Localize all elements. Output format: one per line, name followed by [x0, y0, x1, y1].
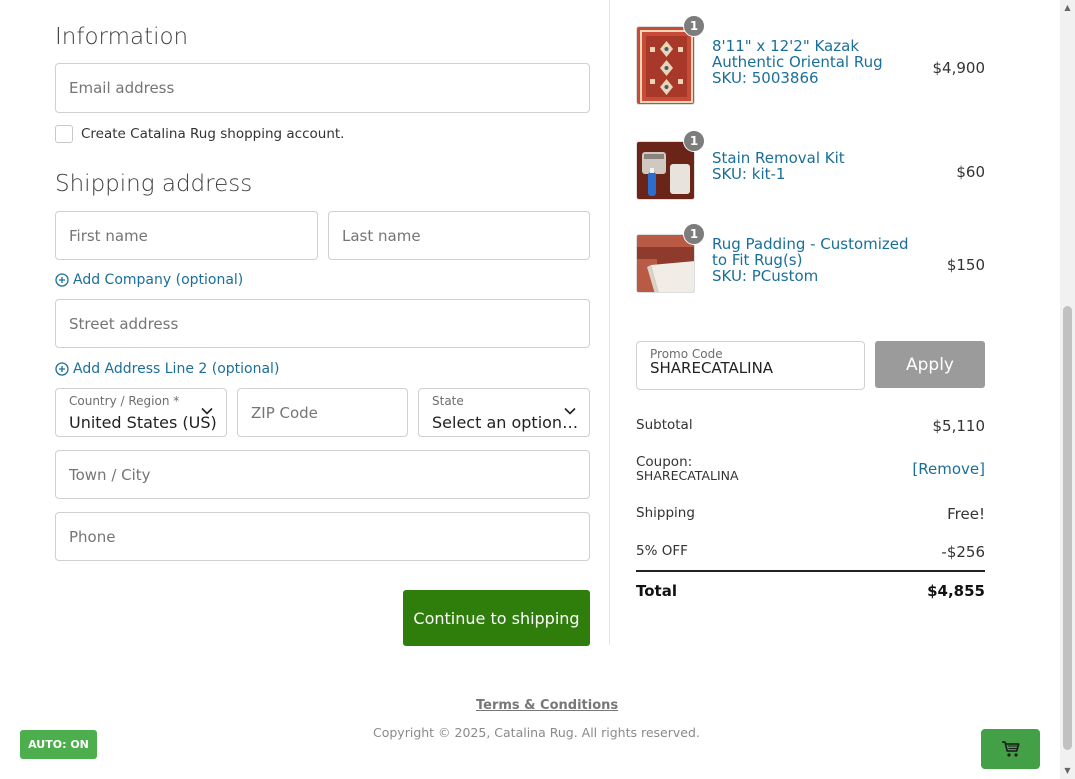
cart-item: 1 8'11" x 12'2" Kazak Authentic Oriental… — [636, 15, 986, 106]
promo-code-field[interactable]: Promo Code SHARECATALINA — [636, 341, 865, 390]
discount-row: 5% OFF -$256 — [636, 543, 985, 561]
terms-link[interactable]: Terms & Conditions — [476, 698, 618, 713]
discount-value: -$256 — [941, 543, 985, 561]
item-sku: SKU: PCustom — [712, 267, 819, 285]
zip-placeholder: ZIP Code — [251, 403, 318, 422]
state-value: Select an option… — [432, 413, 579, 432]
item-title-line2[interactable]: Authentic Oriental Rug — [712, 54, 883, 70]
shipping-label: Shipping — [636, 505, 695, 521]
item-title-line1[interactable]: Rug Padding - Customized — [712, 236, 909, 252]
column-divider — [609, 0, 610, 645]
city-placeholder: Town / City — [69, 465, 151, 484]
item-title-line1[interactable]: 8'11" x 12'2" Kazak — [712, 38, 883, 54]
apply-button[interactable]: Apply — [875, 341, 985, 388]
add-address-line2-link[interactable]: Add Address Line 2 (optional) — [55, 361, 279, 377]
create-account-row[interactable]: Create Catalina Rug shopping account. — [55, 125, 344, 143]
shipping-value: Free! — [947, 505, 985, 523]
information-title: Information — [55, 24, 189, 50]
country-label: Country / Region * — [69, 394, 180, 408]
total-row: Total $4,855 — [636, 582, 985, 600]
subtotal-label: Subtotal — [636, 417, 693, 433]
copyright-text: Copyright © 2025, Catalina Rug. All righ… — [373, 725, 700, 740]
phone-field[interactable]: Phone — [55, 512, 590, 561]
first-name-placeholder: First name — [69, 226, 148, 245]
item-title-line1[interactable]: Stain Removal Kit — [712, 150, 845, 166]
item-sku: SKU: 5003866 — [712, 69, 819, 87]
shipping-row: Shipping Free! — [636, 505, 985, 523]
add-company-link[interactable]: Add Company (optional) — [55, 272, 243, 288]
total-label: Total — [636, 582, 677, 600]
remove-coupon-link[interactable]: [Remove] — [912, 460, 985, 478]
scrollbar-thumb[interactable] — [1063, 306, 1072, 750]
item-sku: SKU: kit-1 — [712, 165, 786, 183]
phone-placeholder: Phone — [69, 527, 116, 546]
quantity-badge: 1 — [683, 15, 705, 37]
last-name-field[interactable]: Last name — [328, 211, 590, 260]
subtotal-value: $5,110 — [932, 417, 986, 435]
email-field[interactable]: Email address — [55, 63, 590, 113]
chevron-down-icon — [564, 407, 576, 415]
page-scrollbar[interactable]: ▲ ▼ — [1060, 0, 1075, 779]
cart-item: 1 Rug Padding - Customized to Fit Rug(s)… — [636, 223, 985, 293]
continue-to-shipping-button[interactable]: Continue to shipping — [403, 590, 590, 646]
first-name-field[interactable]: First name — [55, 211, 318, 260]
cart-icon — [1001, 741, 1019, 757]
scroll-up-icon[interactable]: ▲ — [1063, 3, 1072, 12]
last-name-placeholder: Last name — [342, 226, 421, 245]
cart-item: 1 Stain Removal Kit SKU: kit-1 $60 — [636, 130, 985, 200]
street-address-field[interactable]: Street address — [55, 299, 590, 348]
zip-code-field[interactable]: ZIP Code — [237, 388, 408, 437]
item-title[interactable]: Stain Removal Kit SKU: kit-1 — [712, 150, 845, 182]
country-select[interactable]: Country / Region * United States (US) — [55, 388, 227, 437]
chevron-down-icon — [201, 407, 213, 415]
rug-thumbnail-icon[interactable] — [636, 26, 695, 105]
add-address-line2-label: Add Address Line 2 (optional) — [73, 361, 280, 377]
total-divider — [636, 570, 985, 572]
quantity-badge: 1 — [683, 223, 705, 245]
state-select[interactable]: State Select an option… — [418, 388, 590, 437]
padding-thumbnail-icon[interactable] — [636, 234, 695, 293]
item-title[interactable]: Rug Padding - Customized to Fit Rug(s) S… — [712, 236, 909, 284]
create-account-label: Create Catalina Rug shopping account. — [81, 126, 345, 142]
item-title-line2[interactable]: to Fit Rug(s) — [712, 252, 909, 268]
scroll-down-icon[interactable]: ▼ — [1063, 766, 1072, 775]
shipping-title: Shipping address — [55, 171, 253, 197]
total-value: $4,855 — [927, 582, 985, 600]
plus-circle-icon — [55, 273, 69, 287]
subtotal-row: Subtotal $5,110 — [636, 417, 986, 435]
state-label: State — [432, 394, 464, 408]
email-placeholder: Email address — [69, 79, 175, 97]
item-price: $60 — [956, 163, 985, 181]
kit-thumbnail-icon[interactable] — [636, 141, 695, 200]
auto-toggle-button[interactable]: AUTO: ON — [20, 730, 97, 759]
discount-label: 5% OFF — [636, 543, 688, 559]
coupon-row: Coupon: SHARECATALINA [Remove] — [636, 455, 985, 483]
cart-button[interactable] — [981, 729, 1040, 769]
promo-value: SHARECATALINA — [650, 359, 774, 377]
item-price: $4,900 — [932, 59, 986, 77]
item-price: $150 — [946, 256, 985, 274]
add-company-label: Add Company (optional) — [73, 272, 244, 288]
plus-circle-icon — [55, 362, 69, 376]
item-title[interactable]: 8'11" x 12'2" Kazak Authentic Oriental R… — [712, 38, 883, 86]
quantity-badge: 1 — [683, 130, 705, 152]
create-account-checkbox[interactable] — [55, 125, 73, 143]
city-field[interactable]: Town / City — [55, 450, 590, 499]
street-placeholder: Street address — [69, 314, 179, 333]
country-value: United States (US) — [69, 413, 217, 432]
